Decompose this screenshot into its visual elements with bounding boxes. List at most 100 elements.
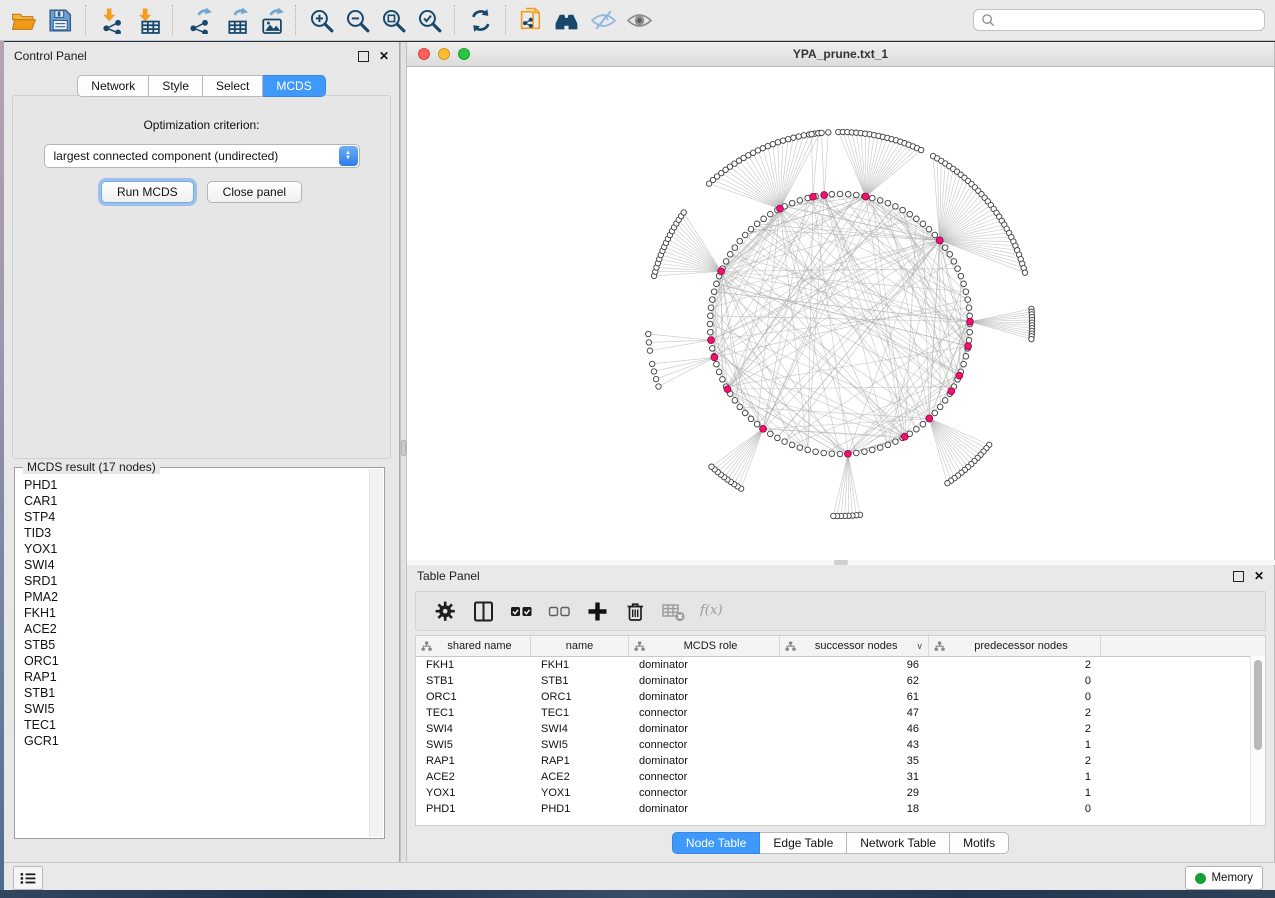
network-leaf-node[interactable] — [1029, 336, 1034, 341]
mcds-hub-node[interactable] — [708, 337, 715, 344]
network-node[interactable] — [967, 329, 973, 335]
network-node[interactable] — [885, 200, 891, 206]
mcds-hub-node[interactable] — [965, 343, 972, 350]
network-node[interactable] — [963, 354, 969, 360]
mcds-hub-node[interactable] — [777, 205, 784, 212]
network-node[interactable] — [937, 404, 943, 410]
network-node[interactable] — [926, 226, 932, 232]
table-row[interactable]: SWI5SWI5connector431 — [416, 737, 1265, 753]
network-leaf-node[interactable] — [646, 331, 651, 336]
zoom-in-button[interactable] — [303, 3, 339, 37]
network-node[interactable] — [914, 426, 920, 432]
table-row[interactable]: STB1STB1dominator620 — [416, 673, 1265, 689]
network-node[interactable] — [942, 398, 948, 404]
mcds-result-item[interactable]: YOX1 — [24, 541, 370, 557]
table-scrollbar-thumb[interactable] — [1254, 660, 1262, 750]
network-node[interactable] — [885, 442, 891, 448]
network-node[interactable] — [748, 226, 754, 232]
network-node[interactable] — [754, 421, 760, 427]
mcds-list-scrollbar[interactable] — [369, 469, 383, 837]
network-node[interactable] — [789, 200, 795, 206]
mcds-result-list[interactable]: PHD1CAR1STP4TID3YOX1SWI4SRD1PMA2FKH1ACE2… — [16, 469, 370, 837]
table-row[interactable]: YOX1YOX1connector291 — [416, 785, 1265, 801]
mcds-result-item[interactable]: TID3 — [24, 525, 370, 541]
import-table-button[interactable] — [129, 3, 165, 37]
criterion-select[interactable]: largest connected component (undirected)… — [44, 144, 360, 168]
select-all-columns-button[interactable] — [504, 595, 538, 627]
network-node[interactable] — [813, 449, 819, 455]
network-leaf-node[interactable] — [801, 133, 806, 138]
create-column-button[interactable] — [580, 595, 614, 627]
table-row[interactable]: ACE2ACE2connector311 — [416, 769, 1265, 785]
column-header-successor-nodes[interactable]: successor nodes∨ — [780, 636, 929, 656]
search-box[interactable] — [973, 9, 1265, 31]
refresh-button[interactable] — [462, 3, 498, 37]
network-node[interactable] — [821, 450, 827, 456]
mcds-hub-node[interactable] — [948, 388, 955, 395]
network-node[interactable] — [710, 346, 716, 352]
mcds-result-item[interactable]: PHD1 — [24, 477, 370, 493]
mcds-hub-node[interactable] — [718, 268, 725, 275]
network-node[interactable] — [707, 321, 713, 327]
network-node[interactable] — [768, 211, 774, 217]
network-node[interactable] — [914, 216, 920, 222]
network-node[interactable] — [870, 447, 876, 453]
find-button[interactable] — [549, 3, 585, 37]
close-panel-button[interactable]: Close panel — [207, 181, 302, 203]
network-node[interactable] — [837, 451, 843, 457]
network-node[interactable] — [710, 297, 716, 303]
network-node[interactable] — [723, 259, 729, 265]
export-table-button[interactable] — [216, 3, 252, 37]
table-row[interactable]: SWI4SWI4dominator462 — [416, 721, 1265, 737]
zoom-selected-button[interactable] — [411, 3, 447, 37]
network-node[interactable] — [893, 439, 899, 445]
mcds-hub-node[interactable] — [956, 372, 963, 379]
network-node[interactable] — [789, 442, 795, 448]
network-leaf-node[interactable] — [780, 138, 785, 143]
network-node[interactable] — [900, 207, 906, 213]
task-history-button[interactable] — [13, 866, 43, 890]
mcds-result-item[interactable]: ORC1 — [24, 653, 370, 669]
mcds-result-item[interactable]: ACE2 — [24, 621, 370, 637]
mcds-hub-node[interactable] — [810, 193, 817, 200]
network-node[interactable] — [829, 192, 835, 198]
network-node[interactable] — [920, 221, 926, 227]
unselect-all-columns-button[interactable] — [542, 595, 576, 627]
network-node[interactable] — [932, 232, 938, 238]
mcds-result-item[interactable]: SWI4 — [24, 557, 370, 573]
table-settings-button[interactable] — [428, 595, 462, 627]
search-input[interactable] — [996, 12, 1257, 28]
network-node[interactable] — [742, 410, 748, 416]
tab-select[interactable]: Select — [203, 75, 263, 97]
network-node[interactable] — [708, 313, 714, 319]
mcds-hub-node[interactable] — [936, 237, 943, 244]
network-node[interactable] — [955, 266, 961, 272]
tab-network[interactable]: Network — [77, 75, 149, 97]
network-document-button[interactable] — [513, 3, 549, 37]
mcds-hub-node[interactable] — [760, 425, 767, 432]
table-float-panel-icon[interactable] — [1233, 571, 1244, 582]
network-leaf-node[interactable] — [646, 340, 651, 345]
mcds-result-item[interactable]: GCR1 — [24, 733, 370, 749]
network-node[interactable] — [732, 398, 738, 404]
network-node[interactable] — [829, 451, 835, 457]
vertical-splitter-handle[interactable] — [401, 440, 406, 456]
table-row[interactable]: FKH1FKH1dominator962 — [416, 657, 1265, 673]
table-row[interactable]: TEC1TEC1connector472 — [416, 705, 1265, 721]
network-leaf-node[interactable] — [791, 135, 796, 140]
mcds-result-item[interactable]: TEC1 — [24, 717, 370, 733]
mcds-result-item[interactable]: CAR1 — [24, 493, 370, 509]
column-header-name[interactable]: name — [531, 636, 629, 656]
network-leaf-node[interactable] — [709, 464, 714, 469]
tab-node-table[interactable]: Node Table — [672, 832, 761, 854]
network-leaf-node[interactable] — [796, 134, 801, 139]
mcds-result-item[interactable]: SWI5 — [24, 701, 370, 717]
hide-details-button[interactable] — [585, 3, 621, 37]
network-node[interactable] — [942, 245, 948, 251]
network-node[interactable] — [714, 361, 720, 367]
network-node[interactable] — [870, 195, 876, 201]
float-panel-icon[interactable] — [358, 51, 369, 62]
export-image-button[interactable] — [252, 3, 288, 37]
network-leaf-node[interactable] — [918, 147, 923, 152]
mcds-hub-node[interactable] — [711, 354, 718, 361]
